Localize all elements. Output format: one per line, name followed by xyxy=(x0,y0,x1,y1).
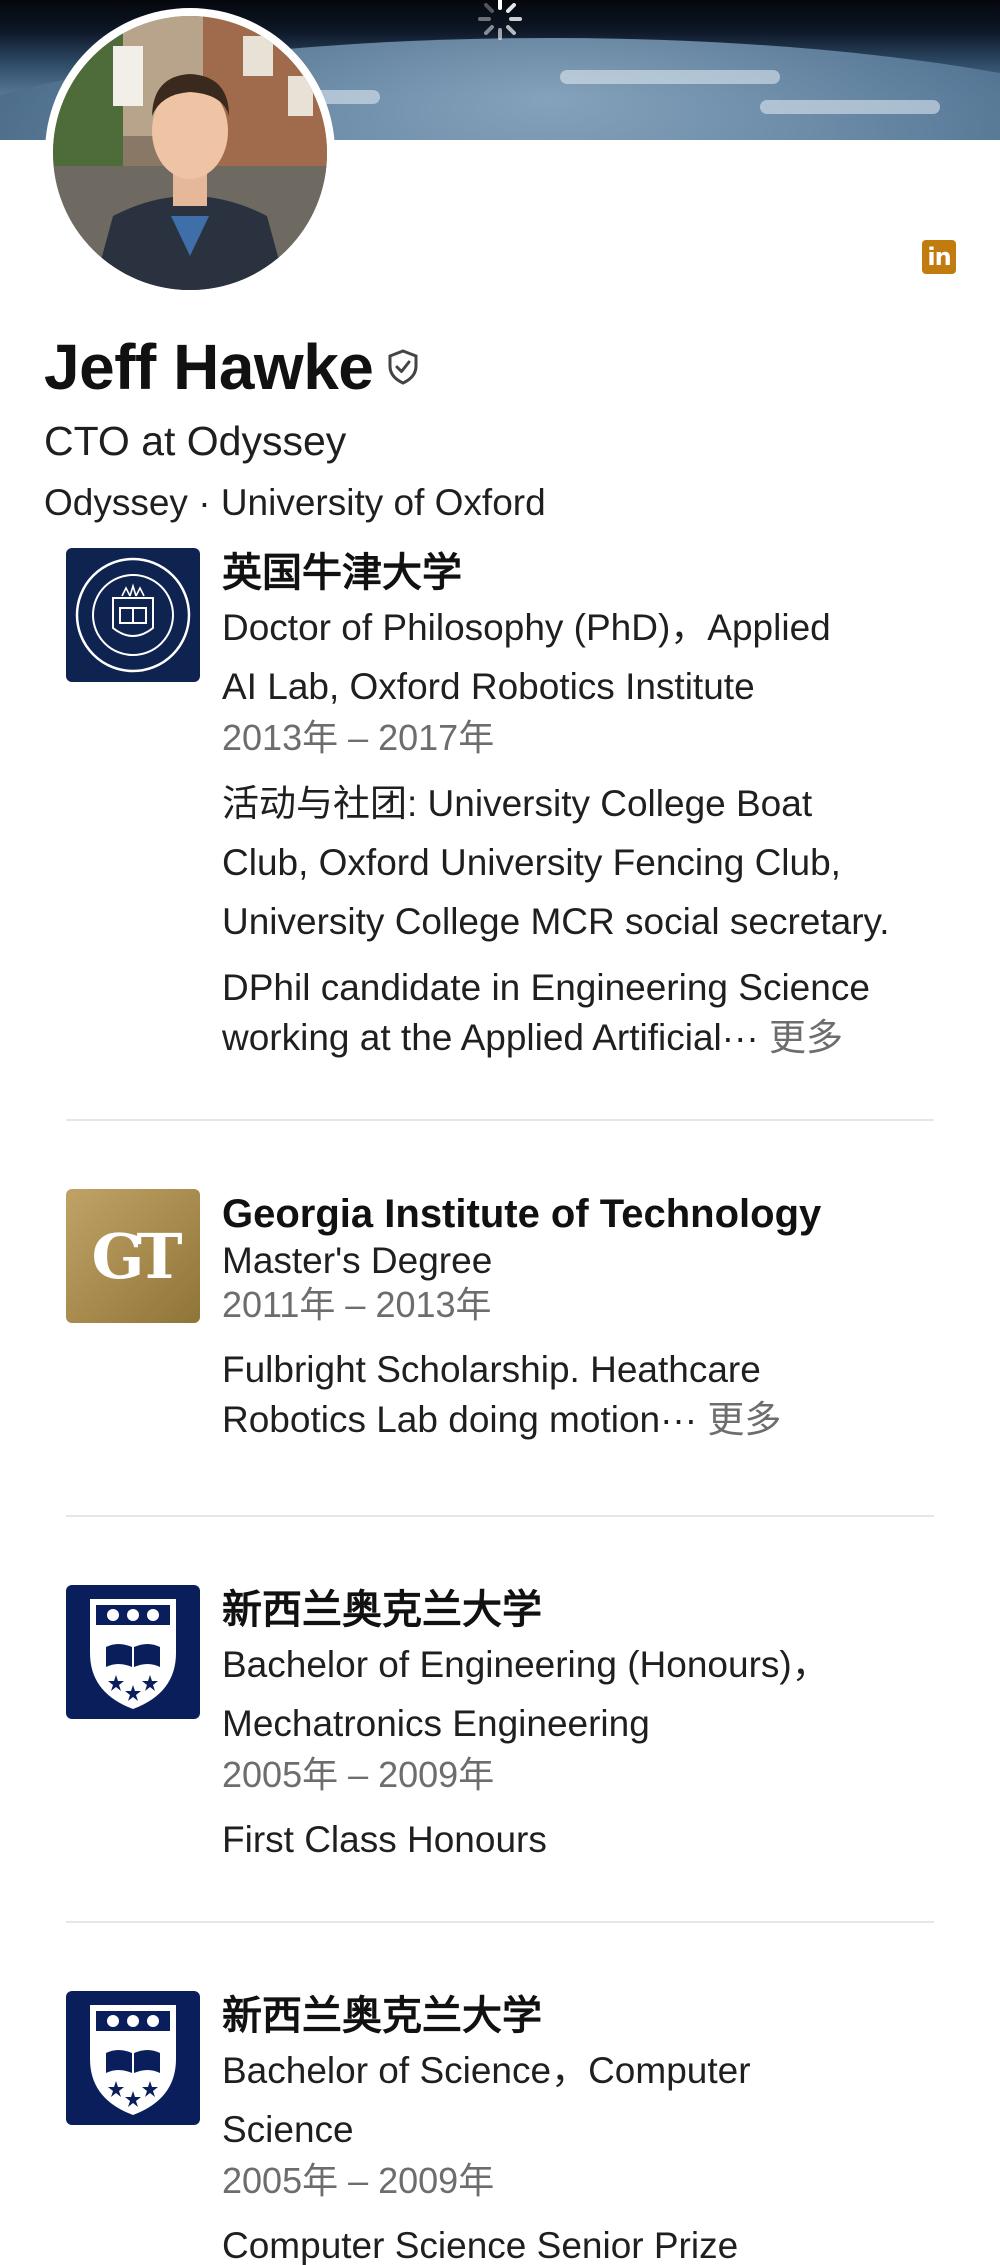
degree: Master's Degree xyxy=(222,1239,942,1283)
auckland-crest-icon xyxy=(90,1599,176,1709)
banner-cloud xyxy=(760,100,940,114)
activities-text: 活动与社团: University College Boat Club, Oxf… xyxy=(222,774,942,951)
degree: Bachelor of Science，Computer Science xyxy=(222,2041,942,2159)
degree-line: Bachelor of Engineering (Honours)， xyxy=(222,1644,829,1685)
degree-line: Doctor of Philosophy (PhD)，Applied xyxy=(222,607,831,648)
date-range: 2011年 – 2013年 xyxy=(222,1284,492,1325)
degree-line: Science xyxy=(222,2109,354,2150)
banner-cloud xyxy=(560,70,780,84)
degree: Bachelor of Engineering (Honours)， Mecha… xyxy=(222,1635,942,1753)
activities-line: Club, Oxford University Fencing Club, xyxy=(222,842,841,883)
description-truncated: working at the Applied Artificial··· xyxy=(222,1017,759,1058)
school-name[interactable]: 新西兰奥克兰大学 xyxy=(222,1585,942,1635)
date-range: 2013年 – 2017年 xyxy=(222,717,495,758)
education-details: 新西兰奥克兰大学 Bachelor of Science，Computer Sc… xyxy=(222,1991,942,2265)
activities-line: University College MCR social secretary. xyxy=(222,901,890,942)
georgia-tech-logo: GT xyxy=(66,1189,200,1323)
divider xyxy=(66,1119,934,1121)
avatar-photo xyxy=(53,16,327,290)
description-text: Fulbright Scholarship. Heathcare Robotic… xyxy=(222,1345,942,1445)
education-details: 英国牛津大学 Doctor of Philosophy (PhD)，Applie… xyxy=(222,548,942,1063)
linkedin-icon[interactable]: in xyxy=(922,240,956,274)
avatar-photo-image xyxy=(53,16,327,290)
profile-avatar[interactable] xyxy=(45,8,335,298)
gt-logo-text: GT xyxy=(91,1219,182,1293)
divider xyxy=(66,1515,934,1517)
description-line: DPhil candidate in Engineering Science xyxy=(222,967,870,1008)
profile-subline: Odyssey · University of Oxford xyxy=(44,482,546,523)
school-name[interactable]: 新西兰奥克兰大学 xyxy=(222,1991,942,2041)
degree-line: AI Lab, Oxford Robotics Institute xyxy=(222,666,755,707)
oxford-seal-icon xyxy=(75,557,191,673)
description-line: working at the Applied Artificial··· 更多 xyxy=(222,1013,942,1063)
school-name[interactable]: 英国牛津大学 xyxy=(222,548,942,598)
profile-headline: CTO at Odyssey xyxy=(44,418,347,464)
auckland-crest-icon xyxy=(90,2005,176,2115)
description-line: Fulbright Scholarship. Heathcare xyxy=(222,1349,761,1390)
school-name[interactable]: Georgia Institute of Technology xyxy=(222,1189,942,1239)
description-line: Computer Science Senior Prize xyxy=(222,2225,739,2265)
description-line: Robotics Lab doing motion··· 更多 xyxy=(222,1395,942,1445)
description-text: Computer Science Senior Prize xyxy=(222,2221,942,2265)
description-text: DPhil candidate in Engineering Science w… xyxy=(222,963,942,1063)
degree-line: Bachelor of Science，Computer xyxy=(222,2050,751,2091)
auckland-logo xyxy=(66,1585,200,1719)
degree-line: Mechatronics Engineering xyxy=(222,1703,650,1744)
degree-line: Master's Degree xyxy=(222,1240,493,1281)
name-row: Jeff Hawke xyxy=(44,330,419,404)
education-details: Georgia Institute of Technology Master's… xyxy=(222,1189,942,1445)
degree: Doctor of Philosophy (PhD)，Applied AI La… xyxy=(222,598,942,716)
education-details: 新西兰奥克兰大学 Bachelor of Engineering (Honour… xyxy=(222,1585,942,1865)
date-range: 2005年 – 2009年 xyxy=(222,2160,495,2201)
loading-spinner-icon xyxy=(478,0,522,40)
activities-line: 活动与社团: University College Boat xyxy=(222,783,813,824)
description-text: First Class Honours xyxy=(222,1815,942,1865)
verified-shield-icon[interactable] xyxy=(387,349,419,385)
see-more-link[interactable]: 更多 xyxy=(707,1399,781,1440)
see-more-link[interactable]: 更多 xyxy=(769,1017,843,1058)
profile-name: Jeff Hawke xyxy=(44,331,374,403)
description-truncated: Robotics Lab doing motion··· xyxy=(222,1399,698,1440)
divider xyxy=(66,1921,934,1923)
oxford-logo xyxy=(66,548,200,682)
description-line: First Class Honours xyxy=(222,1819,547,1860)
auckland-logo xyxy=(66,1991,200,2125)
date-range: 2005年 – 2009年 xyxy=(222,1754,495,1795)
